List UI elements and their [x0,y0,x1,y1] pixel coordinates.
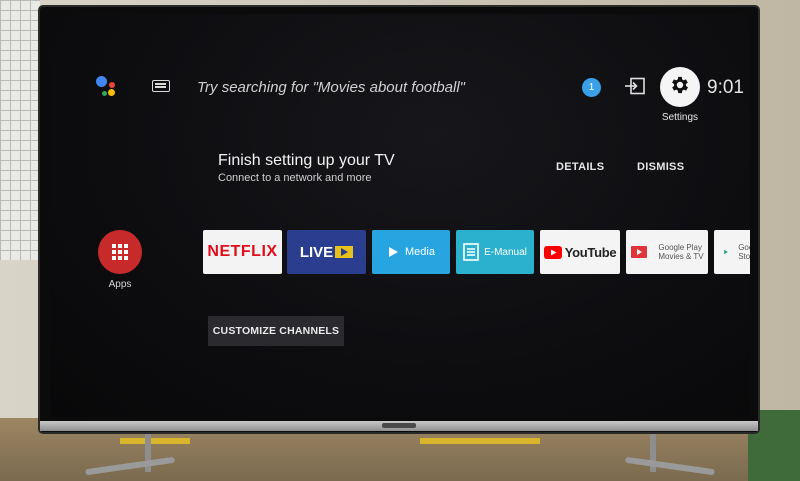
apps-label: Apps [108,279,132,290]
app-tile-google-play-movies[interactable]: Google Play Movies & TV [626,230,708,274]
background-grid-board [0,0,40,260]
app-tile-media[interactable]: Media [372,230,450,274]
netflix-logo-text: NETFLIX [207,243,278,260]
emanual-label: E-Manual [484,246,527,258]
app-tile-google-play-store[interactable]: Google Store [714,230,750,274]
live-logo-text: LIVE [299,243,334,261]
dismiss-button[interactable]: DISMISS [637,161,684,173]
settings-button[interactable] [660,67,700,107]
play-store-label-line1: Google [738,243,750,252]
google-assistant-icon[interactable] [96,74,120,98]
play-store-icon [724,249,728,255]
apps-button[interactable] [98,230,142,274]
tv-logo [382,423,416,428]
app-tile-live[interactable]: LIVE [287,230,366,274]
play-store-label-line2: Store [738,252,750,261]
gear-icon [669,74,691,101]
search-prompt[interactable]: Try searching for "Movies about football… [197,79,465,96]
live-play-icon [335,246,354,258]
play-icon [389,247,399,257]
setup-card-title: Finish setting up your TV [218,152,395,169]
settings-label: Settings [661,112,699,123]
floor-tape [120,438,190,444]
input-source-icon[interactable] [624,77,646,95]
notification-badge[interactable]: 1 [582,78,601,97]
media-label: Media [405,246,435,258]
keyboard-icon[interactable] [152,80,170,92]
youtube-label: YouTube [564,244,617,260]
floor-tape [420,438,540,444]
details-button[interactable]: DETAILS [556,161,604,173]
customize-channels-button[interactable]: CUSTOMIZE CHANNELS [208,316,344,346]
manual-book-icon [463,243,479,261]
tv-screen: Try searching for "Movies about football… [50,14,750,417]
apps-grid-icon [112,244,128,260]
play-movies-icon [631,246,648,258]
app-tile-netflix[interactable]: NETFLIX [203,230,282,274]
setup-card-subtitle: Connect to a network and more [218,172,372,184]
clock: 9:01 [707,77,744,98]
play-movies-label-line1: Google Play [658,243,702,252]
play-movies-label-line2: Movies & TV [658,252,704,261]
youtube-play-icon [543,245,562,259]
app-tile-emanual[interactable]: E-Manual [456,230,534,274]
app-tile-youtube[interactable]: YouTube [540,230,620,274]
